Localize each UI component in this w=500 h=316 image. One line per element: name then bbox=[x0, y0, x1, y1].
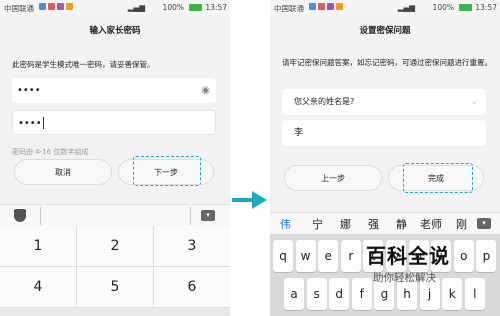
shield-icon[interactable] bbox=[14, 209, 26, 222]
key-1[interactable]: 1 bbox=[0, 226, 77, 267]
key-f[interactable]: f bbox=[351, 278, 372, 310]
key-r[interactable]: r bbox=[340, 240, 361, 272]
candidate-word[interactable]: 宁 bbox=[312, 216, 323, 232]
battery-percent: 100% bbox=[432, 3, 454, 12]
security-answer-field[interactable]: 李 bbox=[282, 120, 486, 146]
app-notification-icon bbox=[48, 3, 55, 10]
app-notification-icon bbox=[336, 3, 343, 10]
key-5[interactable]: 5 bbox=[77, 267, 154, 308]
battery-percent: 100% bbox=[162, 3, 184, 12]
app-notification-icon bbox=[57, 3, 64, 10]
signal-icon: ▂▄▆ bbox=[127, 3, 145, 12]
key-2[interactable]: 2 bbox=[77, 226, 154, 267]
app-notification-icon bbox=[327, 3, 334, 10]
watermark-title: 百科全说 bbox=[366, 244, 450, 268]
transition-arrow-icon bbox=[232, 191, 267, 209]
text-cursor bbox=[42, 117, 44, 129]
signal-icon: ▂▄▆ bbox=[397, 3, 415, 12]
key-d[interactable]: d bbox=[329, 278, 350, 310]
clock: 13:57 bbox=[475, 3, 497, 12]
password-hint: 密码由 4-16 位数字组成 bbox=[12, 148, 89, 156]
status-bar: 中国联通 ▂▄▆ 100% 13:57 bbox=[0, 0, 230, 15]
app-notification-icon bbox=[66, 3, 73, 10]
page-title: 设置密保问题 bbox=[270, 15, 500, 47]
app-notification-icon bbox=[318, 3, 325, 10]
password-field[interactable]: •••• ◉ bbox=[12, 78, 216, 103]
clock: 13:57 bbox=[205, 3, 227, 12]
security-question-value: 您父亲的姓名是? bbox=[294, 97, 355, 106]
battery-icon bbox=[459, 4, 472, 11]
toolbar-divider bbox=[190, 207, 191, 225]
eye-icon[interactable]: ◉ bbox=[201, 78, 210, 103]
carrier-label: 中国联通 bbox=[274, 4, 304, 13]
keyboard-collapse-icon[interactable]: ▾ bbox=[477, 218, 491, 229]
confirm-password-value: •••• bbox=[18, 118, 42, 129]
password-value: •••• bbox=[17, 85, 41, 96]
watermark-subtitle: 助你轻松解决 bbox=[373, 272, 436, 284]
key-a[interactable]: a bbox=[284, 278, 304, 310]
key-e[interactable]: e bbox=[318, 240, 339, 272]
status-bar: 中国联通 ▂▄▆ 100% 13:57 bbox=[270, 0, 500, 15]
candidate-word[interactable]: 静 bbox=[396, 216, 407, 232]
key-4[interactable]: 4 bbox=[0, 267, 77, 308]
toolbar-divider bbox=[40, 207, 41, 225]
carrier-label: 中国联通 bbox=[4, 4, 34, 13]
chevron-down-icon: ⌄ bbox=[470, 97, 478, 107]
cancel-button[interactable]: 取消 bbox=[14, 159, 112, 185]
key-3[interactable]: 3 bbox=[154, 226, 230, 267]
notification-icons bbox=[309, 3, 343, 10]
app-notification-icon bbox=[309, 3, 316, 10]
confirm-password-field[interactable]: •••• bbox=[12, 110, 216, 135]
numeric-keypad: 1 2 3 4 5 6 bbox=[0, 226, 230, 316]
key-k[interactable]: k bbox=[442, 278, 463, 310]
candidate-word[interactable]: 伟 bbox=[280, 216, 291, 232]
candidate-word[interactable]: 娜 bbox=[340, 216, 351, 232]
instruction-text: 请牢记密保问题答案，如忘记密码，可通过密保问题进行重置。 bbox=[282, 58, 492, 67]
candidate-word[interactable]: 强 bbox=[368, 216, 379, 232]
key-6[interactable]: 6 bbox=[154, 267, 230, 308]
battery-icon bbox=[189, 4, 202, 11]
done-button-highlight bbox=[403, 163, 473, 193]
key-w[interactable]: w bbox=[295, 240, 316, 272]
key-l[interactable]: l bbox=[464, 278, 485, 310]
keyboard-collapse-icon[interactable]: ▾ bbox=[201, 210, 215, 221]
key-o[interactable]: o bbox=[453, 240, 474, 272]
candidate-bar: 伟 宁 娜 强 静 老师 刚 ▾ bbox=[270, 212, 500, 235]
security-question-select[interactable]: 您父亲的姓名是? ⌄ bbox=[282, 89, 486, 115]
candidate-word[interactable]: 老师 bbox=[420, 216, 442, 232]
instruction-text: 此密码是学生模式唯一密码，请妥善保管。 bbox=[12, 60, 155, 69]
notification-icons bbox=[39, 3, 73, 10]
key-p[interactable]: p bbox=[476, 240, 497, 272]
candidate-word[interactable]: 刚 bbox=[456, 216, 467, 232]
previous-button[interactable]: 上一步 bbox=[284, 165, 382, 191]
page-title: 输入家长密码 bbox=[0, 15, 230, 47]
key-s[interactable]: s bbox=[306, 278, 327, 310]
app-notification-icon bbox=[39, 3, 46, 10]
security-answer-value: 李 bbox=[294, 128, 304, 138]
left-phone-screen: 中国联通 ▂▄▆ 100% 13:57 输入家长密码 此密码是学生模式唯一密码，… bbox=[0, 0, 230, 316]
next-button-highlight bbox=[133, 156, 201, 186]
keypad-toolbar: ▾ bbox=[0, 204, 230, 227]
key-q[interactable]: q bbox=[273, 240, 293, 272]
